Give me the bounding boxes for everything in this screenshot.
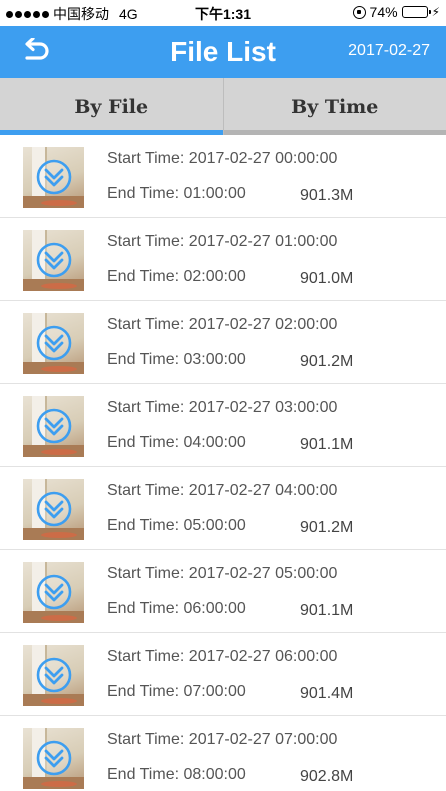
status-bar: 中国移动 4G 下午1:31 74% ⚡	[0, 0, 446, 26]
tab-by-file-label: By File	[74, 95, 149, 118]
video-thumbnail	[23, 562, 84, 623]
video-thumbnail	[23, 230, 84, 291]
file-size: 901.2M	[300, 353, 354, 370]
battery-icon	[401, 6, 431, 18]
file-size: 901.4M	[300, 685, 354, 702]
start-time: Start Time: 2017-02-27 03:00:00	[107, 399, 338, 416]
file-list-item[interactable]: Start Time: 2017-02-27 02:00:00 End Time…	[0, 301, 446, 384]
download-icon	[36, 574, 72, 610]
download-icon	[36, 408, 72, 444]
orientation-lock-icon	[352, 5, 366, 19]
start-time: Start Time: 2017-02-27 06:00:00	[107, 648, 338, 665]
video-thumbnail	[23, 728, 84, 789]
end-time: End Time: 07:00:00	[107, 683, 246, 700]
end-time: End Time: 03:00:00	[107, 351, 246, 368]
file-size: 901.1M	[300, 436, 354, 453]
file-list-item[interactable]: Start Time: 2017-02-27 04:00:00 End Time…	[0, 467, 446, 550]
start-time: Start Time: 2017-02-27 00:00:00	[107, 150, 338, 167]
file-list-item[interactable]: Start Time: 2017-02-27 05:00:00 End Time…	[0, 550, 446, 633]
file-list-item[interactable]: Start Time: 2017-02-27 07:00:00 End Time…	[0, 716, 446, 791]
start-time: Start Time: 2017-02-27 04:00:00	[107, 482, 338, 499]
file-size: 901.3M	[300, 187, 354, 204]
file-list-item[interactable]: Start Time: 2017-02-27 03:00:00 End Time…	[0, 384, 446, 467]
start-time: Start Time: 2017-02-27 02:00:00	[107, 316, 338, 333]
file-list-item[interactable]: Start Time: 2017-02-27 01:00:00 End Time…	[0, 218, 446, 301]
download-icon	[36, 491, 72, 527]
video-thumbnail	[23, 396, 84, 457]
end-time: End Time: 06:00:00	[107, 600, 246, 617]
video-thumbnail	[23, 313, 84, 374]
video-thumbnail	[23, 479, 84, 540]
file-size: 901.1M	[300, 602, 354, 619]
download-icon	[36, 242, 72, 278]
file-size: 901.2M	[300, 519, 354, 536]
start-time: Start Time: 2017-02-27 05:00:00	[107, 565, 338, 582]
end-time: End Time: 04:00:00	[107, 434, 246, 451]
status-right: 74% ⚡	[352, 4, 440, 20]
battery-percent: 74%	[369, 4, 398, 20]
file-size: 901.0M	[300, 270, 354, 287]
download-icon	[36, 325, 72, 361]
back-arrow-icon[interactable]	[20, 36, 50, 66]
file-size: 902.8M	[300, 768, 354, 785]
download-icon	[36, 159, 72, 195]
download-icon	[36, 657, 72, 693]
navigation-header: File List 2017-02-27	[0, 26, 446, 78]
tab-by-time-label: By Time	[291, 95, 379, 118]
end-time: End Time: 08:00:00	[107, 766, 246, 783]
end-time: End Time: 02:00:00	[107, 268, 246, 285]
start-time: Start Time: 2017-02-27 07:00:00	[107, 731, 338, 748]
file-list-item[interactable]: Start Time: 2017-02-27 00:00:00 End Time…	[0, 135, 446, 218]
end-time: End Time: 01:00:00	[107, 185, 246, 202]
download-icon	[36, 740, 72, 776]
video-thumbnail	[23, 147, 84, 208]
tab-bar: By File By Time	[0, 78, 446, 135]
tab-by-file[interactable]: By File	[0, 78, 223, 135]
end-time: End Time: 05:00:00	[107, 517, 246, 534]
header-date[interactable]: 2017-02-27	[348, 42, 430, 60]
video-thumbnail	[23, 645, 84, 706]
tab-by-time[interactable]: By Time	[222, 78, 446, 135]
file-list-item[interactable]: Start Time: 2017-02-27 06:00:00 End Time…	[0, 633, 446, 716]
charging-bolt-icon: ⚡	[431, 5, 440, 19]
file-list[interactable]: Start Time: 2017-02-27 00:00:00 End Time…	[0, 135, 446, 791]
start-time: Start Time: 2017-02-27 01:00:00	[107, 233, 338, 250]
